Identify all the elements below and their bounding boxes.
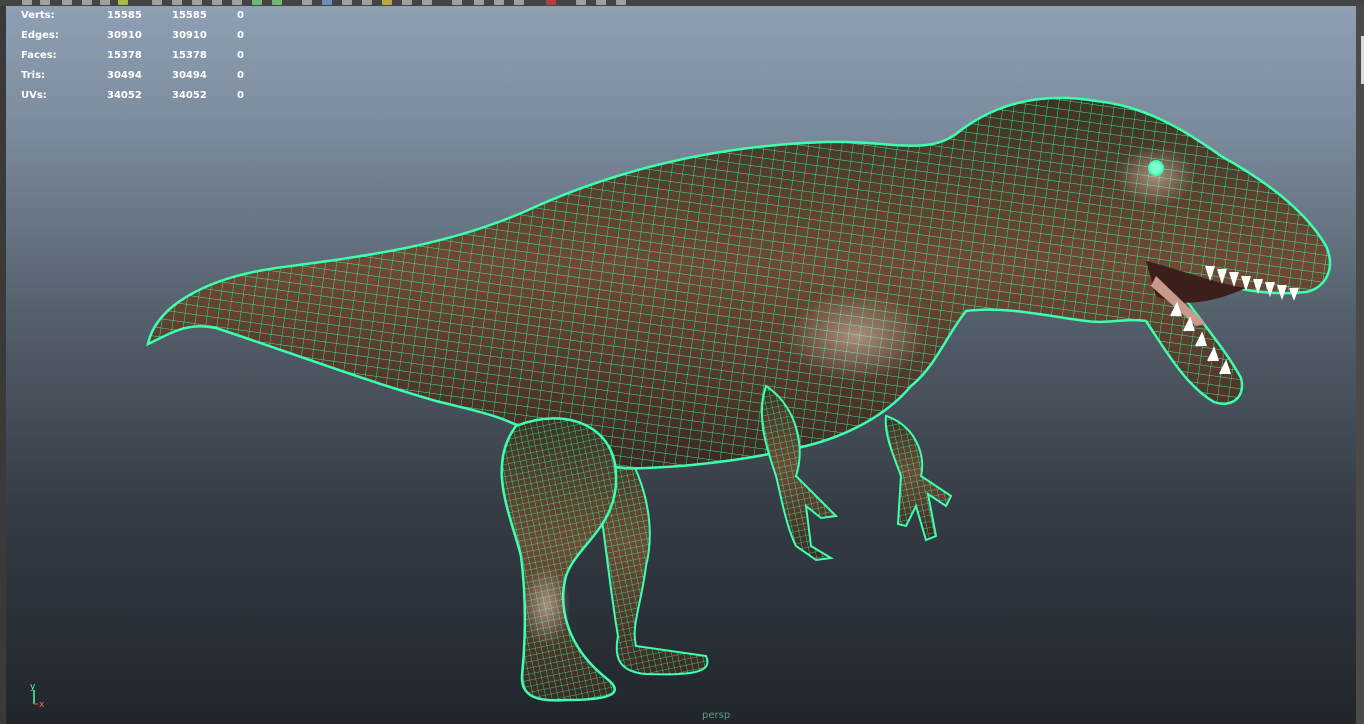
isolate-select-icon[interactable] [452, 0, 462, 5]
axis-y-label: y [30, 682, 36, 692]
select-tool-icon[interactable] [22, 0, 32, 5]
xray-icon[interactable] [474, 0, 484, 5]
color-management-icon[interactable] [596, 0, 606, 5]
wireframe-on-shaded-icon[interactable] [302, 0, 312, 5]
safe-action-icon[interactable] [212, 0, 222, 5]
paint-select-icon[interactable] [62, 0, 72, 5]
field-chart-icon[interactable] [232, 0, 242, 5]
move-tool-icon[interactable] [82, 0, 92, 5]
film-gate-icon[interactable] [172, 0, 182, 5]
dinosaur-wireframe-model[interactable] [6, 6, 1356, 724]
dinosaur-eye [1148, 160, 1164, 176]
xray-components-icon[interactable] [514, 0, 524, 5]
textured-icon[interactable] [322, 0, 332, 5]
smooth-shade-icon[interactable] [272, 0, 282, 5]
rotate-tool-icon[interactable] [100, 0, 110, 5]
wireframe-toggle-icon[interactable] [252, 0, 262, 5]
panel-right-border [1356, 6, 1364, 724]
depth-of-field-icon[interactable] [422, 0, 432, 5]
exposure-icon[interactable] [616, 0, 626, 5]
grid-icon[interactable] [152, 0, 162, 5]
camera-attributes-icon[interactable] [546, 0, 556, 5]
scale-tool-icon[interactable] [118, 0, 128, 5]
resolution-gate-icon[interactable] [192, 0, 202, 5]
rear-leg-near [500, 417, 618, 702]
axis-gizmo: y x [30, 682, 45, 710]
lighting-icon[interactable] [342, 0, 352, 5]
lasso-tool-icon[interactable] [40, 0, 50, 5]
xray-joints-icon[interactable] [494, 0, 504, 5]
camera-name-label: persp [702, 710, 731, 721]
shadows-icon[interactable] [362, 0, 372, 5]
perspective-viewport[interactable]: Verts: 15585 15585 0 Edges: 30910 30910 … [6, 6, 1356, 724]
ambient-occlusion-icon[interactable] [382, 0, 392, 5]
axis-x-label: x [39, 700, 45, 710]
gamma-icon[interactable] [576, 0, 586, 5]
antialias-icon[interactable] [402, 0, 412, 5]
